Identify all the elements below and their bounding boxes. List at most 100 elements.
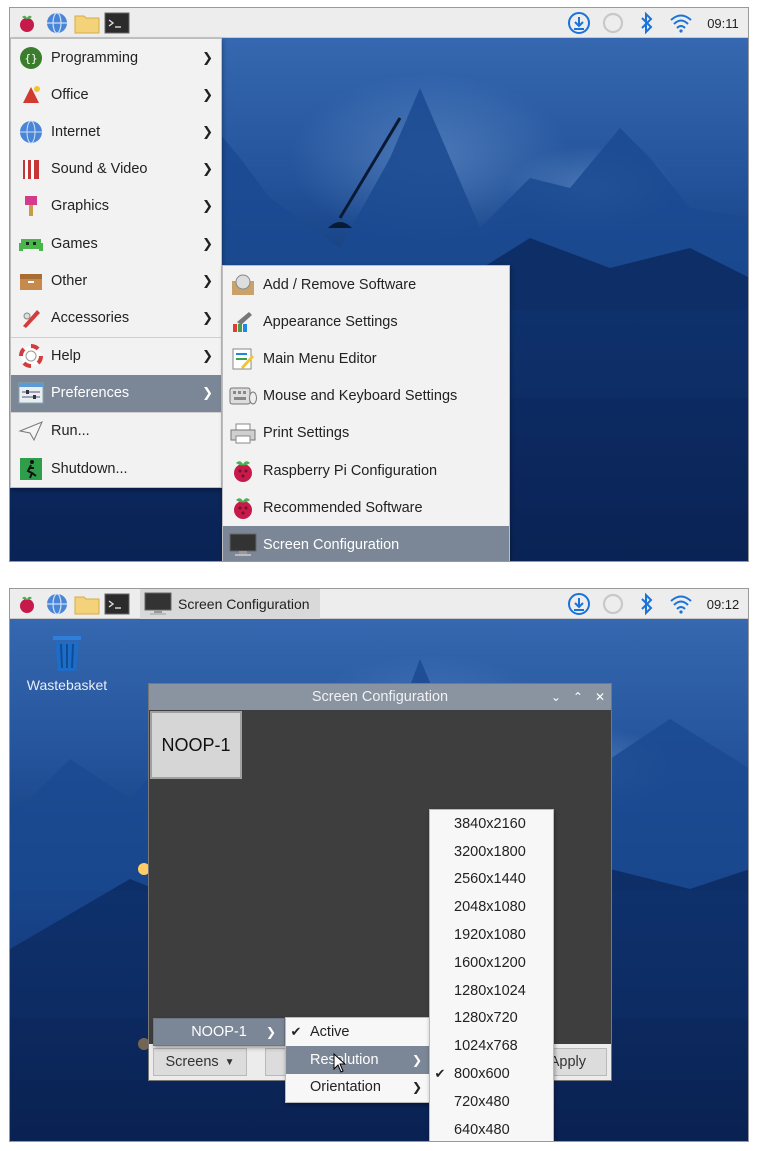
close-icon[interactable]: ✕ [595,690,605,704]
resolution-item[interactable]: 2048x1080 [430,893,553,921]
screens-button-label: Screens [165,1054,219,1070]
chevron-right-icon: ❯ [202,385,213,401]
resolution-item[interactable]: 1920x1080 [430,921,553,949]
menu-item-other[interactable]: Other ❯ [11,262,221,299]
menu-item-add-remove-software[interactable]: Add / Remove Software [223,266,509,303]
ejector-button[interactable] [596,589,630,619]
menu-item-label: Programming [51,49,139,66]
taskbar: 09:11 [10,8,748,38]
main-menu: {} Programming ❯ Office ❯ Internet ❯ Sou… [10,38,222,488]
wifi-icon [670,595,692,614]
web-browser-button[interactable] [44,10,70,36]
resolution-label: 640x480 [454,1121,510,1138]
menu-item-programming[interactable]: {} Programming ❯ [11,39,221,76]
resolution-item-selected[interactable]: ✔ 800x600 [430,1060,553,1088]
clock[interactable]: 09:11 [698,16,748,31]
menu-editor-icon [229,345,257,373]
checkmark-icon: ✔ [434,1066,446,1082]
menu-item-run[interactable]: Run... [11,413,221,450]
file-manager-button[interactable] [74,591,100,617]
resolution-label: 2048x1080 [454,899,526,916]
resolution-label: 800x600 [454,1066,510,1083]
menu-item-label: Preferences [51,385,130,402]
chevron-right-icon: ❯ [411,1052,422,1067]
screens-popup-item-noop1[interactable]: NOOP-1 ❯ [154,1019,284,1045]
menu-item-help[interactable]: Help ❯ [11,338,221,375]
resolution-submenu: 3840x2160 3200x1800 2560x1440 2048x1080 … [429,809,554,1141]
resolution-item[interactable]: 720x480 [430,1088,553,1116]
menu-item-screen-configuration[interactable]: Screen Configuration [223,526,509,561]
taskbar-window-button[interactable]: Screen Configuration [140,589,320,619]
web-browser-button[interactable] [44,591,70,617]
updates-button[interactable] [562,8,596,38]
resolution-item[interactable]: 2560x1440 [430,866,553,894]
raspberry-icon [229,494,257,522]
menu-item-main-menu-editor[interactable]: Main Menu Editor [223,340,509,377]
minimize-icon[interactable]: ⌄ [551,690,561,704]
accessories-icon [17,304,45,332]
menu-item-games[interactable]: Games ❯ [11,225,221,262]
menu-item-active[interactable]: ✔ Active [286,1018,430,1046]
wifi-button[interactable] [664,589,698,619]
raspberry-menu-button[interactable] [14,10,40,36]
menu-item-resolution[interactable]: Resolution ❯ [286,1045,430,1074]
display-rectangle[interactable]: NOOP-1 [150,711,242,779]
wifi-button[interactable] [664,8,698,38]
screenshot-main-menu: 09:11 {} Programming ❯ Office ❯ Internet… [9,7,749,562]
menu-item-label: Run... [51,423,90,440]
menu-item-mouse-keyboard-settings[interactable]: Mouse and Keyboard Settings [223,378,509,415]
menu-item-print-settings[interactable]: Print Settings [223,415,509,452]
globe-icon [47,11,67,34]
resolution-item[interactable]: 640x480 [430,1116,553,1141]
run-icon [17,417,45,445]
raspberry-menu-button[interactable] [14,591,40,617]
menu-item-recommended-software[interactable]: Recommended Software [223,489,509,526]
screens-popup: NOOP-1 ❯ [153,1018,285,1046]
menu-item-shutdown[interactable]: Shutdown... [11,450,221,487]
raspberry-icon [20,15,34,32]
menu-item-accessories[interactable]: Accessories ❯ [11,299,221,336]
graphics-icon [17,192,45,220]
clock[interactable]: 09:12 [698,597,748,612]
bluetooth-button[interactable] [630,589,664,619]
ejector-button[interactable] [596,8,630,38]
menu-item-label: Recommended Software [263,499,423,516]
folder-icon [74,15,100,33]
resolution-item[interactable]: 1280x1024 [430,977,553,1005]
menu-item-raspberry-pi-configuration[interactable]: Raspberry Pi Configuration [223,452,509,489]
screenshot-screen-configuration: Screen Configuration 09:12 Wastebasket S… [9,588,749,1142]
menu-item-internet[interactable]: Internet ❯ [11,113,221,150]
menu-item-orientation[interactable]: Orientation ❯ [286,1074,430,1102]
window-titlebar[interactable]: Screen Configuration ⌄ ⌃ ✕ [149,684,611,710]
screens-menu-button[interactable]: Screens ▼ [153,1048,247,1076]
office-icon [17,81,45,109]
file-manager-button[interactable] [74,10,100,36]
resolution-item[interactable]: 3200x1800 [430,838,553,866]
bluetooth-icon [641,11,653,35]
resolution-label: 1600x1200 [454,954,526,971]
chevron-right-icon: ❯ [202,161,213,177]
maximize-icon[interactable]: ⌃ [573,690,583,704]
menu-item-office[interactable]: Office ❯ [11,76,221,113]
keyboard-mouse-icon [229,382,257,410]
resolution-item[interactable]: 3840x2160 [430,810,553,838]
bluetooth-button[interactable] [630,8,664,38]
resolution-item[interactable]: 1600x1200 [430,949,553,977]
screens-popup-label: NOOP-1 [191,1024,247,1040]
folder-icon [74,596,100,614]
updates-button[interactable] [562,589,596,619]
add-remove-software-icon [229,271,257,299]
menu-item-sound-video[interactable]: Sound & Video ❯ [11,151,221,188]
menu-item-label: Raspberry Pi Configuration [263,462,438,479]
resolution-item[interactable]: 1024x768 [430,1032,553,1060]
taskbar-window-label: Screen Configuration [178,595,310,612]
terminal-button[interactable] [104,10,130,36]
menu-item-graphics[interactable]: Graphics ❯ [11,188,221,225]
terminal-button[interactable] [104,591,130,617]
resolution-label: 1280x1024 [454,982,526,999]
sync-icon [602,593,624,615]
menu-item-appearance-settings[interactable]: Appearance Settings [223,303,509,340]
desktop-icon-wastebasket[interactable]: Wastebasket [22,633,112,693]
menu-item-preferences[interactable]: Preferences ❯ [11,374,221,412]
resolution-item[interactable]: 1280x720 [430,1005,553,1033]
